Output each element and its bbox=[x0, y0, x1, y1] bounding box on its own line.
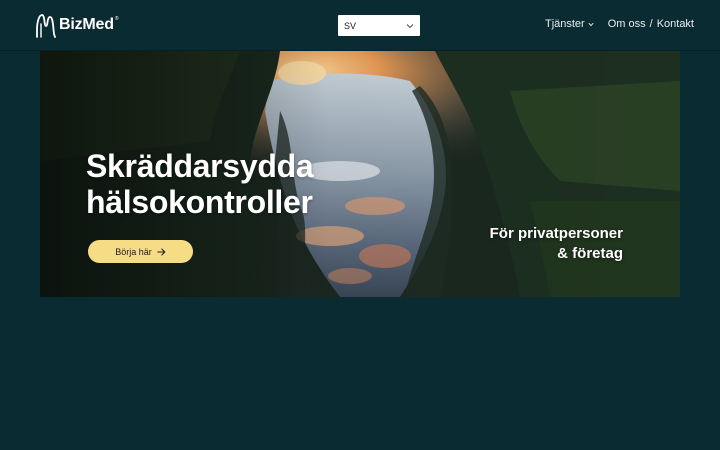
arrow-right-icon bbox=[157, 248, 166, 255]
nav-item-about[interactable]: Om oss bbox=[608, 18, 646, 30]
registered-mark: ® bbox=[114, 16, 119, 22]
nav-services-label: Tjänster bbox=[544, 18, 585, 30]
chevron-down-icon bbox=[588, 22, 594, 26]
hero-subtitle-line-2: & företag bbox=[557, 245, 623, 262]
language-select[interactable]: SV bbox=[338, 15, 420, 36]
hero-title: Skräddarsydda hälsokontroller bbox=[86, 148, 314, 220]
hero-title-line-2: hälsokontroller bbox=[86, 184, 313, 220]
nav-item-services[interactable]: Tjänster bbox=[545, 18, 594, 30]
site-header: BizMed® SV Tjänster Om oss / Kontakt bbox=[0, 0, 720, 51]
hero-title-line-1: Skräddarsydda bbox=[86, 148, 314, 184]
get-started-button[interactable]: Börja här bbox=[88, 240, 193, 263]
hero-subtitle-line-1: För privatpersoner bbox=[489, 225, 623, 242]
main-nav: Tjänster Om oss / Kontakt bbox=[545, 18, 694, 30]
nav-item-contact[interactable]: Kontakt bbox=[657, 18, 694, 30]
brand-name: BizMed® bbox=[59, 16, 119, 33]
get-started-label: Börja här bbox=[115, 246, 152, 257]
nav-separator: / bbox=[649, 18, 653, 30]
bizmed-logo-icon bbox=[36, 14, 56, 38]
hero-banner: Skräddarsydda hälsokontroller För privat… bbox=[40, 51, 680, 297]
hero-subtitle: För privatpersoner & företag bbox=[490, 224, 623, 264]
chevron-down-icon bbox=[406, 23, 414, 28]
brand-logo[interactable]: BizMed® bbox=[35, 10, 119, 40]
language-selected-value: SV bbox=[344, 20, 357, 31]
